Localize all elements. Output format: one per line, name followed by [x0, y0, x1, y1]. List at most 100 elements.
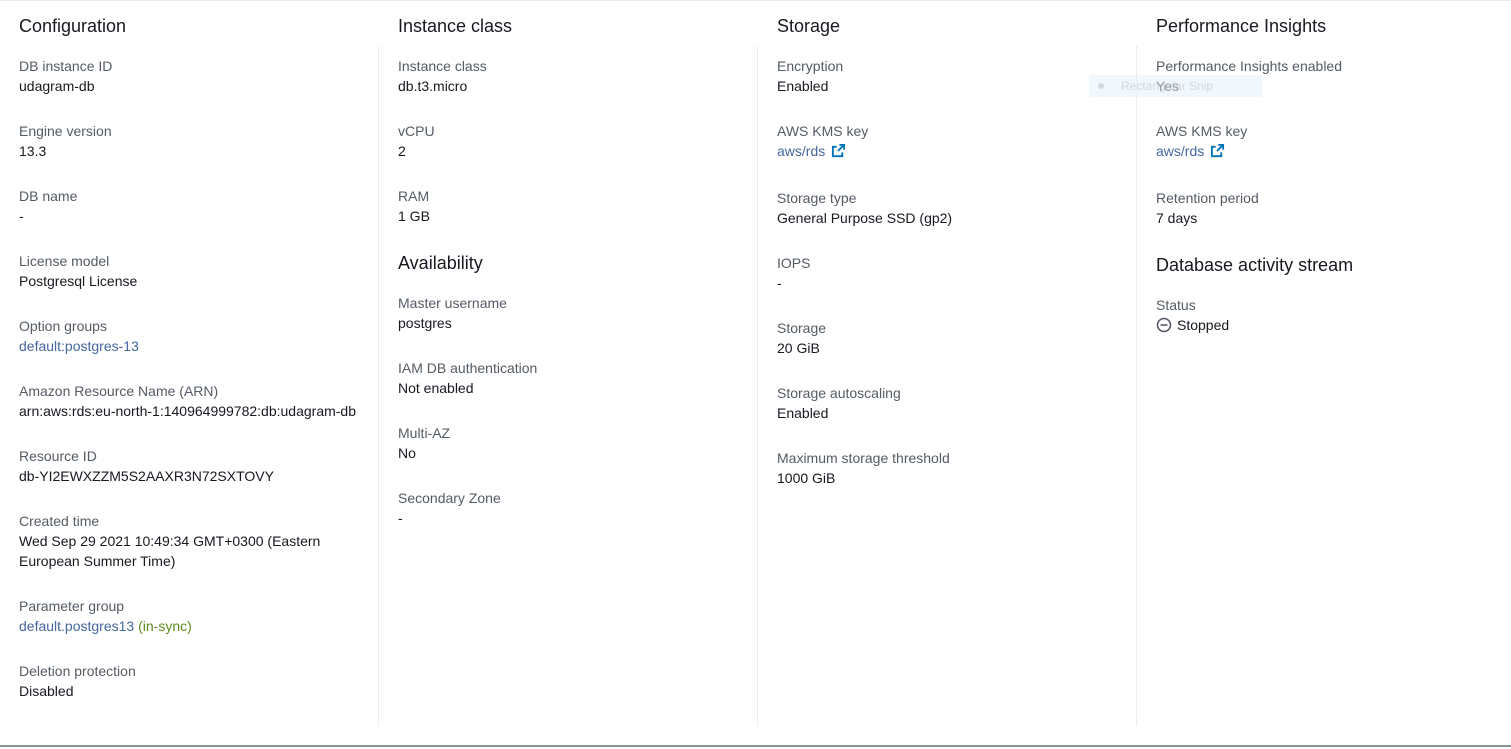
field-iops: IOPS -	[777, 253, 1118, 293]
field-value: -	[398, 508, 739, 528]
stopped-circle-icon	[1156, 317, 1172, 338]
value-text: -	[19, 208, 24, 224]
field-encryption: Encryption Enabled	[777, 56, 1118, 96]
field-value: aws/rds	[777, 141, 1118, 163]
value-text: -	[777, 275, 782, 291]
field-label: Performance Insights enabled	[1156, 58, 1342, 74]
value-text: No	[398, 445, 416, 461]
value-text: Postgresql License	[19, 273, 138, 289]
field-value: 1000 GiB	[777, 468, 1118, 488]
field-license-model: License model Postgresql License	[19, 251, 360, 291]
field-value: default:postgres-13	[19, 336, 360, 356]
link-default-postgres13[interactable]: default.postgres13	[19, 618, 134, 634]
field-label: Created time	[19, 513, 100, 529]
field-storage-autoscaling: Storage autoscaling Enabled	[777, 383, 1118, 423]
field-label: Storage autoscaling	[777, 385, 901, 401]
field-aws-kms-key: AWS KMS key aws/rds	[1156, 121, 1492, 163]
sync-status: (in-sync)	[138, 618, 192, 634]
value-text: 1 GB	[398, 208, 430, 224]
field-label: Multi-AZ	[398, 425, 451, 441]
field-aws-kms-key: AWS KMS key aws/rds	[777, 121, 1118, 163]
field-value: No	[398, 443, 739, 463]
value-text: Enabled	[777, 78, 829, 94]
field-value: Enabled	[777, 76, 1118, 96]
field-label: Encryption	[777, 58, 844, 74]
bottom-border	[0, 745, 1511, 747]
field-value: Wed Sep 29 2021 10:49:34 GMT+0300 (Easte…	[19, 531, 360, 571]
field-vcpu: vCPU 2	[398, 121, 739, 161]
section-heading-database-activity-stream: Database activity stream	[1156, 255, 1354, 275]
field-value: Stopped	[1156, 315, 1492, 338]
field-db-instance-id: DB instance ID udagram-db	[19, 56, 360, 96]
field-label: RAM	[398, 188, 430, 204]
field-value: udagram-db	[19, 76, 360, 96]
field-value: General Purpose SSD (gp2)	[777, 208, 1118, 228]
field-storage: Storage 20 GiB	[777, 318, 1118, 358]
field-parameter-group: Parameter group default.postgres13 (in-sy…	[19, 596, 360, 636]
value-text: arn:aws:rds:eu-north-1:140964999782:db:u…	[19, 403, 357, 419]
field-retention-period: Retention period 7 days	[1156, 188, 1492, 228]
field-created-time: Created time Wed Sep 29 2021 10:49:34 GMT…	[19, 511, 360, 571]
field-label: Deletion protection	[19, 663, 136, 679]
field-value: db-YI2EWXZZM5S2AAXR3N72SXTOVY	[19, 466, 360, 486]
section-heading-availability: Availability	[398, 253, 483, 273]
link-aws-rds[interactable]: aws/rds	[777, 143, 825, 159]
value-text: db.t3.micro	[398, 78, 468, 94]
field-status: Status Stopped	[1156, 295, 1492, 338]
field-label: DB name	[19, 188, 78, 204]
field-label: DB instance ID	[19, 58, 113, 74]
field-value: postgres	[398, 313, 739, 333]
field-label: Parameter group	[19, 598, 125, 614]
field-label: Instance class	[398, 58, 487, 74]
instance-details-panel: Configuration DB instance ID udagram-db Eng…	[0, 0, 1511, 726]
section-heading-instance-class: Instance class	[398, 16, 513, 36]
value-text: udagram-db	[19, 78, 95, 94]
column-performance-insights: Performance Insights Performance Insights…	[1137, 0, 1511, 726]
field-value: 13.3	[19, 141, 360, 161]
value-text: -	[398, 510, 403, 526]
field-label: Status	[1156, 297, 1196, 313]
field-db-name: DB name -	[19, 186, 360, 226]
value-text: 2	[398, 143, 406, 159]
value-text: 7 days	[1156, 210, 1198, 226]
value-text: 20 GiB	[777, 340, 820, 356]
field-label: Option groups	[19, 318, 107, 334]
column-storage: Storage Encryption Enabled AWS KMS key aws/r…	[758, 0, 1137, 726]
section-heading-performance-insights: Performance Insights	[1156, 16, 1327, 36]
field-value: 1 GB	[398, 206, 739, 226]
value-text: db-YI2EWXZZM5S2AAXR3N72SXTOVY	[19, 468, 274, 484]
field-label: Maximum storage threshold	[777, 450, 950, 466]
link-default-postgres-13[interactable]: default:postgres-13	[19, 338, 139, 354]
field-instance-class: Instance class db.t3.micro	[398, 56, 739, 96]
field-label: License model	[19, 253, 110, 269]
link-aws-rds[interactable]: aws/rds	[1156, 143, 1204, 159]
field-value: 2	[398, 141, 739, 161]
value-text: General Purpose SSD (gp2)	[777, 210, 953, 226]
external-link-icon[interactable]	[1210, 143, 1225, 163]
value-text: 1000 GiB	[777, 470, 836, 486]
field-label: Amazon Resource Name (ARN)	[19, 383, 219, 399]
column-instance-class: Instance class Instance class db.t3.micro v…	[379, 0, 758, 726]
field-multi-az: Multi-AZ No	[398, 423, 739, 463]
column-configuration: Configuration DB instance ID udagram-db Eng…	[0, 0, 379, 726]
field-option-groups: Option groups default:postgres-13	[19, 316, 360, 356]
field-label: Retention period	[1156, 190, 1259, 206]
section-heading-storage: Storage	[777, 16, 841, 36]
field-label: Storage type	[777, 190, 857, 206]
field-value: 20 GiB	[777, 338, 1118, 358]
field-label: Secondary Zone	[398, 490, 501, 506]
field-iam-db-authentication: IAM DB authentication Not enabled	[398, 358, 739, 398]
value-text: Not enabled	[398, 380, 474, 396]
value-text: Stopped	[1177, 317, 1230, 333]
field-value: arn:aws:rds:eu-north-1:140964999782:db:u…	[19, 401, 360, 421]
field-secondary-zone: Secondary Zone -	[398, 488, 739, 528]
field-value: aws/rds	[1156, 141, 1492, 163]
value-text: Disabled	[19, 683, 74, 699]
value-text: 13.3	[19, 143, 47, 159]
field-label: Storage	[777, 320, 827, 336]
field-value: Postgresql License	[19, 271, 360, 291]
value-text: Wed Sep 29 2021 10:49:34 GMT+0300 (Easte…	[19, 533, 321, 569]
field-maximum-storage-threshold: Maximum storage threshold 1000 GiB	[777, 448, 1118, 488]
field-ram: RAM 1 GB	[398, 186, 739, 226]
external-link-icon[interactable]	[831, 143, 846, 163]
